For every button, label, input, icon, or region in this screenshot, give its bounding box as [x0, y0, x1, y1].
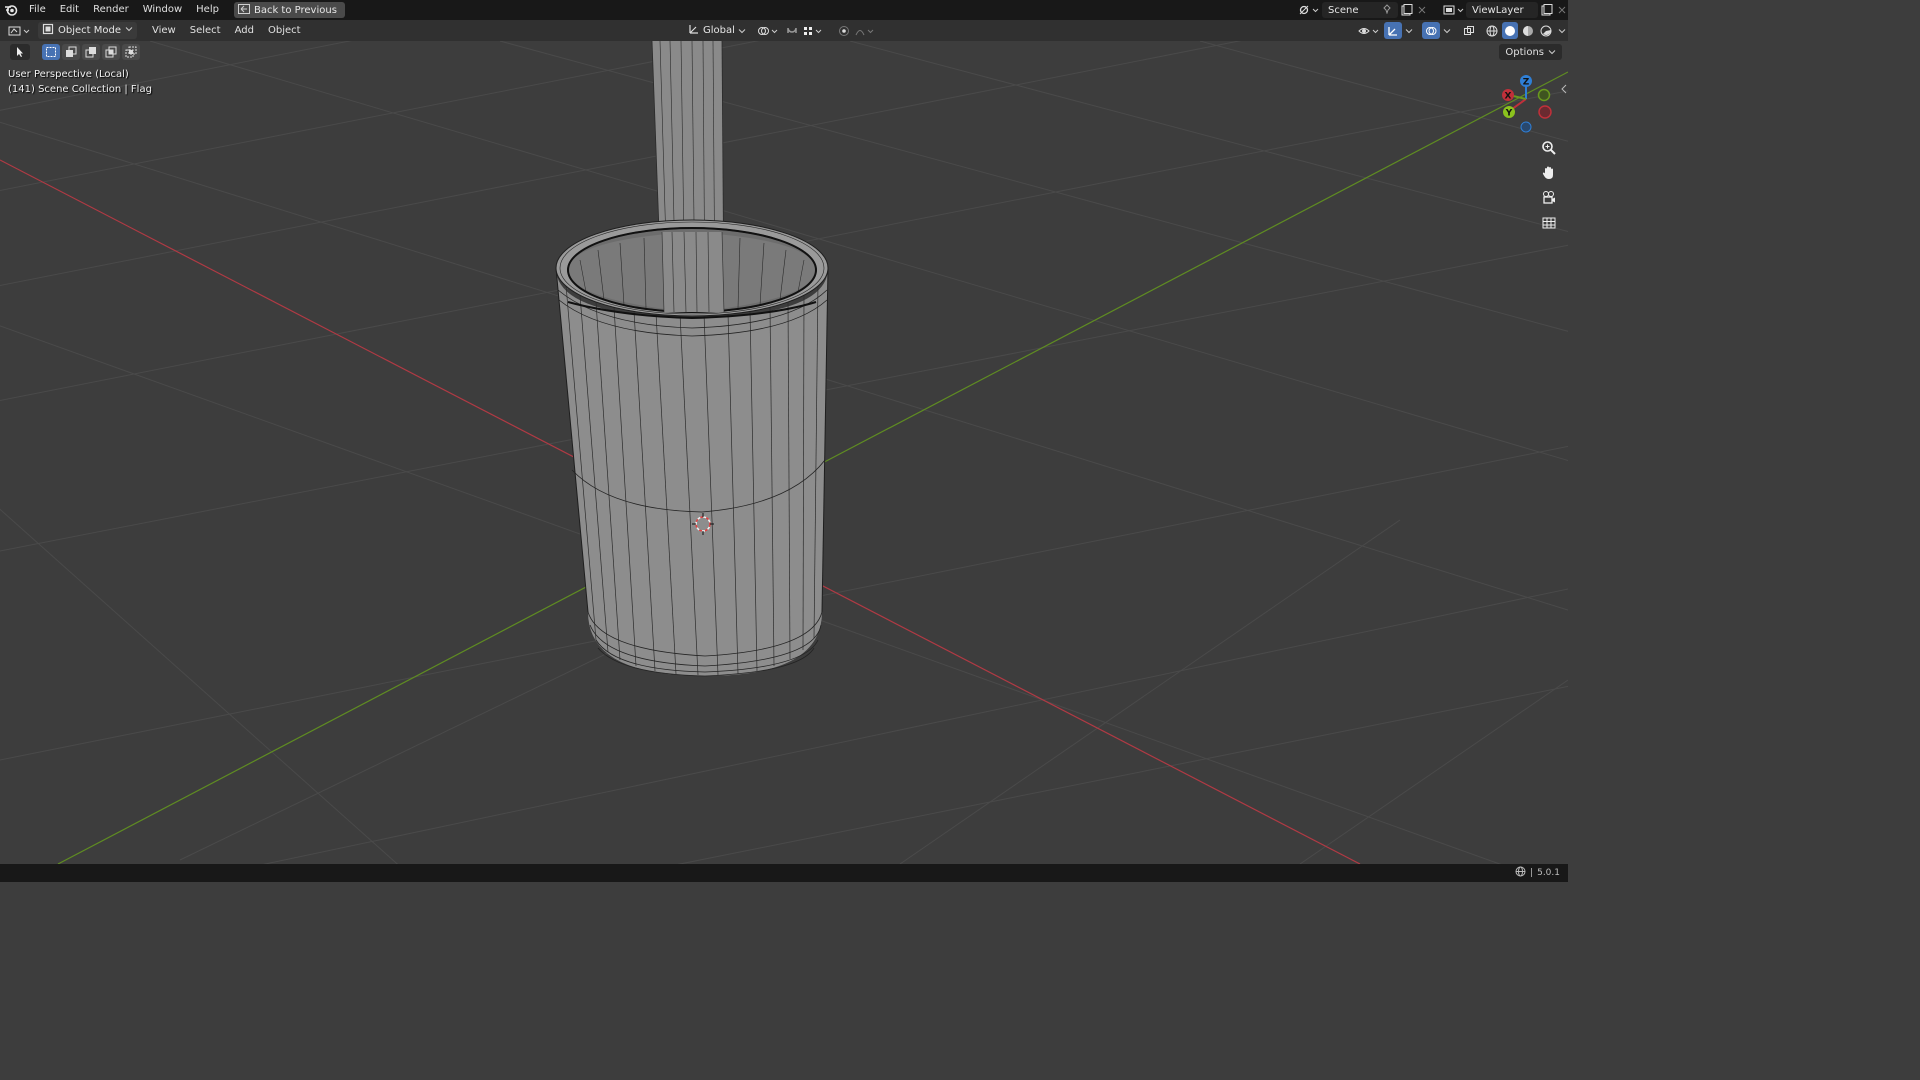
pivot-icon[interactable] — [756, 22, 780, 39]
gizmo-icon[interactable] — [1384, 22, 1402, 39]
scene-browse-icon[interactable] — [1296, 2, 1322, 19]
gizmo-x-label: X — [1505, 92, 1512, 102]
transform-orientation-icon — [688, 23, 700, 38]
viewlayer-selector: ViewLayer — [1442, 2, 1568, 18]
transform-tools: Global — [684, 22, 876, 39]
menu-render[interactable]: Render — [86, 0, 136, 20]
viewport-grid — [0, 41, 1568, 864]
select-tool-icon[interactable] — [10, 44, 30, 60]
viewport-display-tools — [1356, 22, 1568, 39]
options-dropdown[interactable]: Options — [1499, 44, 1562, 60]
tool-selection-row — [10, 44, 140, 60]
chevron-down-icon — [125, 25, 133, 36]
gizmo-y-label: Y — [1505, 109, 1513, 119]
gizmo-z-label: Z — [1523, 78, 1530, 88]
menu-object[interactable]: Object — [261, 25, 308, 36]
remove-scene-icon[interactable] — [1416, 2, 1428, 19]
snap-increment-icon[interactable] — [802, 22, 824, 39]
viewlayer-browse-icon[interactable] — [1442, 2, 1466, 19]
camera-icon[interactable] — [1538, 187, 1560, 209]
blender-version: 5.0.1 — [1537, 868, 1560, 878]
hand-icon[interactable] — [1538, 162, 1560, 184]
overlay-options-chevron-icon[interactable] — [1442, 22, 1452, 39]
menu-help[interactable]: Help — [189, 0, 226, 20]
proportional-falloff-icon[interactable] — [854, 22, 876, 39]
transform-orientation-dropdown[interactable]: Global — [684, 22, 750, 39]
editor-type-icon[interactable] — [6, 22, 34, 39]
navigation-gizmo[interactable]: Z X Y — [1496, 71, 1556, 135]
scene-name: Scene — [1328, 4, 1359, 16]
viewlayer-name: ViewLayer — [1472, 4, 1524, 16]
visibility-icon[interactable] — [1356, 22, 1382, 39]
remove-viewlayer-icon[interactable] — [1556, 2, 1568, 19]
shading-solid-icon[interactable] — [1502, 22, 1518, 39]
new-scene-icon[interactable] — [1398, 2, 1416, 19]
menu-select[interactable]: Select — [183, 25, 228, 36]
3d-viewport[interactable]: User Perspective (Local) (141) Scene Col… — [0, 41, 1568, 864]
select-invert-icon[interactable] — [102, 44, 120, 60]
back-icon — [237, 3, 250, 17]
sidebar-toggle-icon[interactable] — [1559, 83, 1568, 95]
grid-icon[interactable] — [1538, 211, 1560, 233]
shading-rendered-icon[interactable] — [1538, 22, 1554, 39]
menu-window[interactable]: Window — [136, 0, 189, 20]
shading-wireframe-icon[interactable] — [1484, 22, 1500, 39]
object-mode-label: Object Mode — [58, 25, 121, 36]
select-extend-icon[interactable] — [62, 44, 80, 60]
chevron-down-icon — [1548, 50, 1556, 55]
menu-add[interactable]: Add — [228, 25, 261, 36]
shading-material-icon[interactable] — [1520, 22, 1536, 39]
options-label: Options — [1505, 46, 1544, 58]
menu-view[interactable]: View — [145, 25, 183, 36]
scene-name-field[interactable]: Scene — [1322, 2, 1398, 18]
chevron-down-icon — [738, 28, 746, 33]
scene-selector: Scene — [1296, 2, 1428, 18]
base-cylinder-mesh[interactable] — [555, 219, 829, 677]
top-menu-bar: File Edit Render Window Help Back to Pre… — [0, 0, 1568, 20]
globe-icon — [1515, 866, 1526, 880]
back-button-label: Back to Previous — [253, 4, 337, 16]
gizmo-options-chevron-icon[interactable] — [1404, 22, 1414, 39]
status-bar: | 5.0.1 — [0, 864, 1568, 882]
proportional-edit-icon[interactable] — [836, 22, 852, 39]
object-mode-icon — [42, 23, 54, 38]
select-subtract-icon[interactable] — [82, 44, 100, 60]
select-box-icon[interactable] — [42, 44, 60, 60]
zoom-icon[interactable] — [1538, 137, 1560, 159]
select-intersect-icon[interactable] — [122, 44, 140, 60]
new-viewlayer-icon[interactable] — [1538, 2, 1556, 19]
xray-icon[interactable] — [1460, 22, 1478, 39]
shading-options-chevron-icon[interactable] — [1556, 22, 1568, 39]
viewlayer-name-field[interactable]: ViewLayer — [1466, 2, 1538, 18]
viewport-collection-label: (141) Scene Collection | Flag — [8, 84, 152, 95]
back-to-previous-button[interactable]: Back to Previous — [233, 2, 345, 18]
overlay-icon[interactable] — [1422, 22, 1440, 39]
snap-icon[interactable] — [784, 22, 800, 39]
viewport-header: Object Mode View Select Add Object Globa… — [0, 20, 1568, 41]
blender-window: File Edit Render Window Help Back to Pre… — [0, 0, 1568, 882]
viewport-perspective-label: User Perspective (Local) — [8, 69, 129, 80]
status-separator: | — [1530, 868, 1534, 878]
menu-file[interactable]: File — [22, 0, 53, 20]
transform-orientation-label: Global — [703, 25, 735, 36]
menu-edit[interactable]: Edit — [53, 0, 86, 20]
object-mode-dropdown[interactable]: Object Mode — [38, 22, 137, 39]
blender-logo-icon[interactable] — [0, 0, 22, 20]
pin-icon[interactable] — [1382, 3, 1392, 17]
